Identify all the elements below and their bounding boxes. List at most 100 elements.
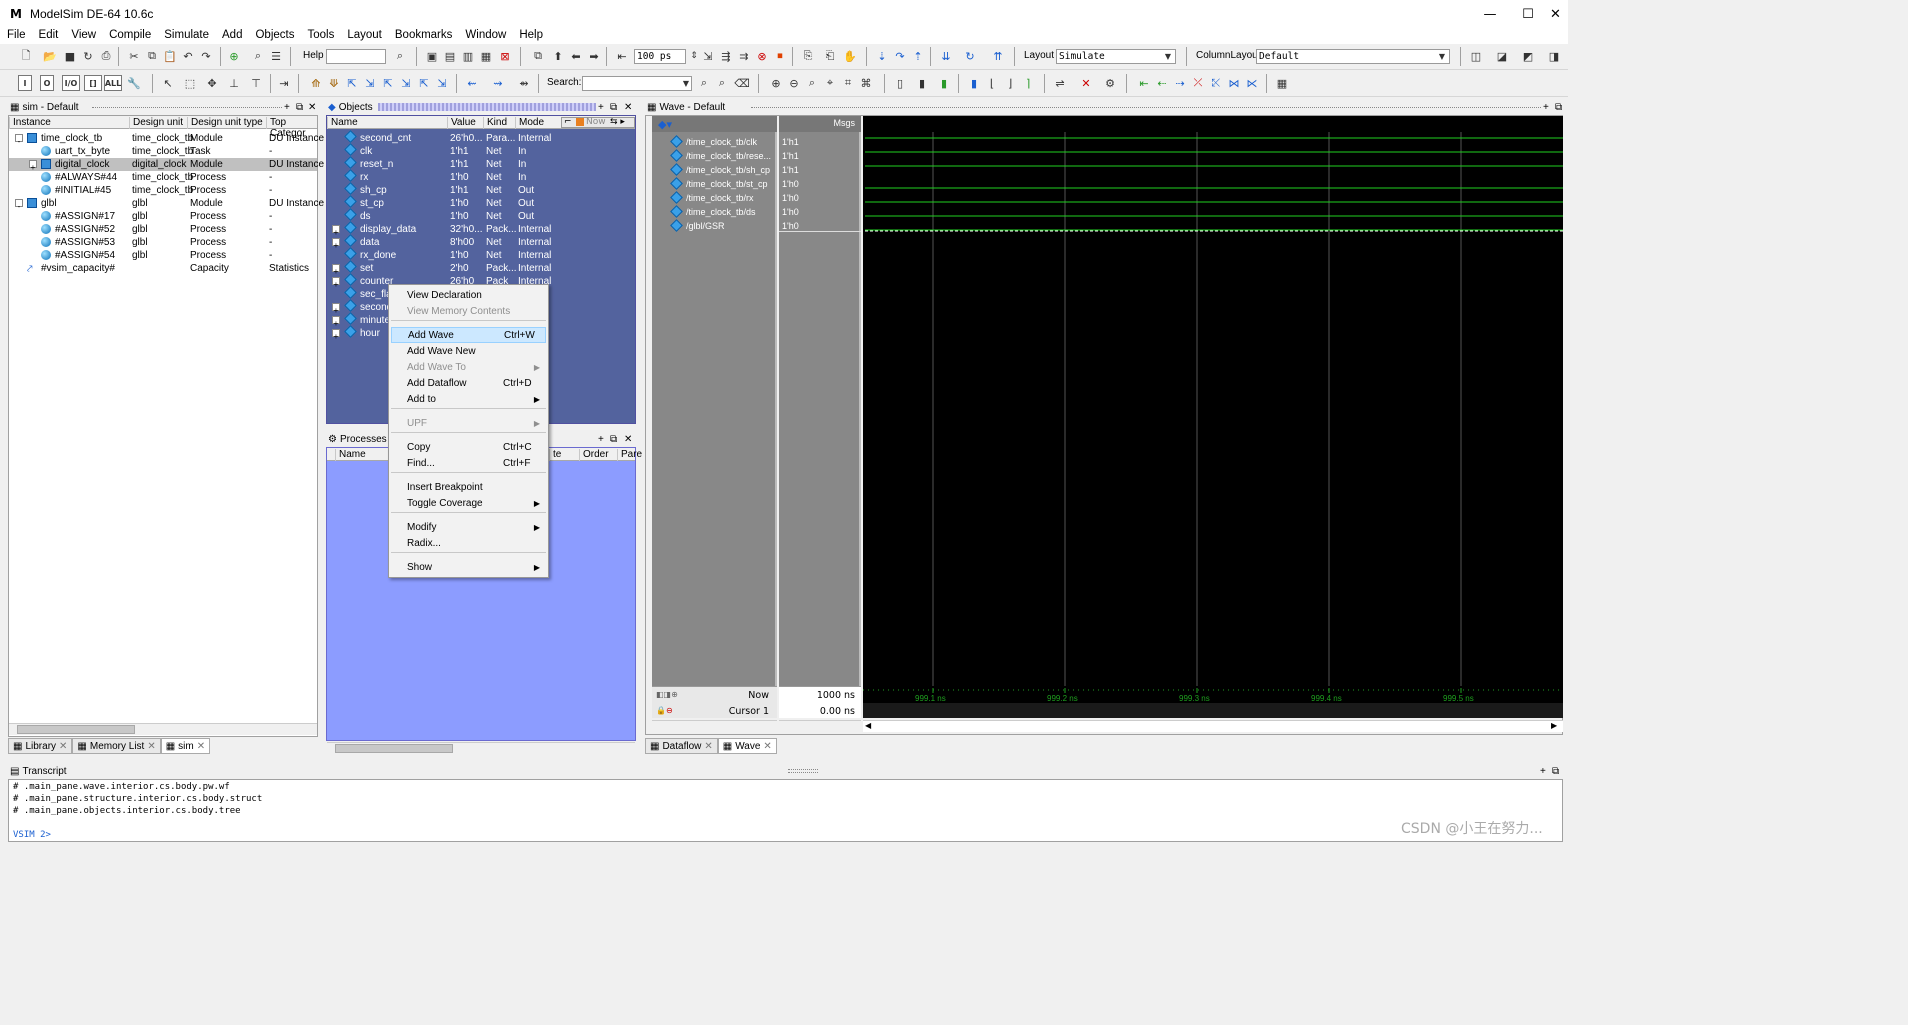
transcript-panel[interactable]: # .main_pane.wave.interior.cs.body.pw.wf…: [8, 779, 1563, 842]
processes-pin-icon[interactable]: +: [598, 434, 604, 445]
now-arrows-icon[interactable]: ⇆ ▸: [610, 117, 625, 127]
open-folder-icon[interactable]: 📂: [42, 48, 58, 64]
objects-pin-icon[interactable]: +: [598, 102, 604, 113]
wave-signal-row[interactable]: /glbl/GSR: [652, 219, 777, 233]
up-arrow-icon[interactable]: ⬆: [550, 48, 566, 64]
object-row[interactable]: clk 1'h1 Net In: [327, 143, 635, 158]
sim-col-0[interactable]: Instance: [9, 117, 51, 129]
menu-item-insert-breakpoint[interactable]: Insert Breakpoint: [391, 480, 546, 496]
wave-edge-icon-2[interactable]: ⌊: [984, 75, 1000, 91]
search-icon[interactable]: ⌕: [696, 75, 712, 91]
transcript-undock-icon[interactable]: ⧉: [1552, 766, 1559, 777]
menu-view[interactable]: View: [64, 28, 102, 44]
hand-icon[interactable]: ✋: [842, 48, 858, 64]
tab-wave[interactable]: ▦ Wave ✕: [717, 738, 777, 754]
wave-view-icon-1[interactable]: ▯: [892, 75, 908, 91]
copy-icon[interactable]: ⧉: [144, 48, 160, 64]
processes-hscrollbar[interactable]: [327, 742, 635, 754]
panel-icon-3[interactable]: ◩: [1520, 48, 1536, 64]
tree-expander-icon[interactable]: +: [29, 160, 37, 172]
menu-item-find[interactable]: Find... Ctrl+F: [391, 456, 546, 472]
panel-pin-icon[interactable]: +: [284, 102, 290, 113]
tree-expander-icon[interactable]: -: [15, 199, 23, 211]
expand-icon[interactable]: ⟰: [308, 75, 324, 91]
edge-nav-icon-1[interactable]: ⇤: [1136, 75, 1152, 91]
wave-signal-row[interactable]: /time_clock_tb/rx: [652, 191, 777, 205]
sim-col-2[interactable]: Design unit type: [187, 117, 263, 129]
tree-expander-icon[interactable]: +: [332, 277, 340, 289]
scroll-right-icon[interactable]: ▶: [1551, 721, 1561, 732]
sim-tree-row[interactable]: + digital_clock digital_clock Module DU Inst…: [9, 158, 324, 172]
step-icon[interactable]: ⧉: [530, 48, 546, 64]
end-sim-icon[interactable]: ⊠: [497, 48, 513, 64]
tree-expander-icon[interactable]: +: [332, 316, 340, 328]
tab-library[interactable]: ▦ Library ✕: [8, 738, 73, 754]
sim-tree-row[interactable]: #ASSIGN#53 glbl Process -: [9, 236, 317, 249]
wave-view-icon-2[interactable]: ▮: [914, 75, 930, 91]
filter-button-3[interactable]: []: [84, 75, 102, 91]
zoom-icon-1[interactable]: ⇱: [344, 75, 360, 91]
object-row[interactable]: second_cnt 26'h0... Para... Internal: [327, 130, 635, 145]
compile-all-icon[interactable]: ▤: [442, 48, 458, 64]
help-search-icon[interactable]: ⌕: [392, 48, 408, 64]
object-row[interactable]: rx_done 1'h0 Net Internal: [327, 247, 635, 262]
step-back-icon[interactable]: ⇊: [938, 48, 954, 64]
search-dropdown-icon[interactable]: ▼: [678, 75, 694, 91]
undo-icon[interactable]: ↶: [180, 48, 196, 64]
filter-icon[interactable]: ⌐: [564, 117, 572, 127]
redo-icon[interactable]: ↷: [198, 48, 214, 64]
column-layout-dropdown-icon[interactable]: ▼: [1434, 48, 1450, 64]
column-layout-select[interactable]: Default: [1256, 49, 1450, 64]
search-clear-icon[interactable]: ⌫: [734, 75, 750, 91]
object-row[interactable]: ds 1'h0 Net Out: [327, 208, 635, 223]
save-icon[interactable]: ■: [62, 48, 78, 64]
time-axis[interactable]: 999.1 ns 999.2 ns 999.3 ns 999.4 ns 999.5 ns: [863, 686, 1563, 718]
sim-col-3[interactable]: Top Categor: [266, 117, 317, 139]
wave-signal-row[interactable]: /time_clock_tb/st_cp: [652, 177, 777, 191]
zoom-out-icon[interactable]: ⊖: [786, 75, 802, 91]
sim-tree-row[interactable]: #ASSIGN#17 glbl Process -: [9, 210, 317, 223]
compile-icon[interactable]: ▣: [424, 48, 440, 64]
wave-tool-icon[interactable]: ◆▾: [658, 118, 672, 131]
tab-dataflow[interactable]: ▦ Dataflow ✕: [645, 738, 718, 754]
waveform-canvas[interactable]: [863, 116, 1563, 686]
menu-help[interactable]: Help: [512, 28, 549, 44]
objects-col-3[interactable]: Mode: [515, 117, 544, 129]
search-all-icon[interactable]: ⌕: [714, 75, 730, 91]
pointer-icon[interactable]: ↖: [160, 75, 176, 91]
format-icon[interactable]: ☰: [268, 48, 284, 64]
object-row[interactable]: + set 2'h0 Pack... Internal: [327, 260, 635, 276]
tree-expander-icon[interactable]: +: [332, 238, 340, 250]
tab-sim[interactable]: ▦ sim ✕: [160, 738, 211, 754]
tree-expander-icon[interactable]: +: [332, 264, 340, 276]
wave-tool-icon-1[interactable]: ⇌: [1052, 75, 1068, 91]
zoom-icon-4[interactable]: ⇲: [398, 75, 414, 91]
simulate-icon[interactable]: ▥: [460, 48, 476, 64]
wave-tool-icon-2[interactable]: ⚙: [1102, 75, 1118, 91]
wave-edge-icon-3[interactable]: ⌋: [1002, 75, 1018, 91]
objects-col-0[interactable]: Name: [327, 117, 358, 129]
menu-simulate[interactable]: Simulate: [157, 28, 215, 44]
step-over-blue-icon[interactable]: ↷: [892, 48, 908, 64]
objects-close-icon[interactable]: ✕: [624, 102, 632, 113]
menu-edit[interactable]: Edit: [32, 28, 65, 44]
menu-objects[interactable]: Objects: [248, 28, 300, 44]
reverse-icon[interactable]: ↻: [962, 48, 978, 64]
print-icon[interactable]: ⎙: [98, 48, 114, 64]
zoom-cursor-icon[interactable]: ⌖: [822, 75, 838, 91]
sim-tree-row[interactable]: #INITIAL#45 time_clock_tb Process -: [9, 184, 317, 197]
zoom-range-icon[interactable]: ⌘: [858, 75, 874, 91]
menu-item-add-dataflow[interactable]: Add Dataflow Ctrl+D: [391, 376, 546, 392]
edge-nav-icon-4[interactable]: ⤫: [1190, 75, 1206, 91]
wave-view-icon-3[interactable]: ▮: [936, 75, 952, 91]
cursor-add-icon[interactable]: ⊤: [248, 75, 264, 91]
sim-tree-row[interactable]: - glbl glbl Module DU Instance: [9, 197, 324, 211]
sim-tree-row[interactable]: #ALWAYS#44 time_clock_tb Process -: [9, 171, 317, 184]
processes-col-1[interactable]: te: [549, 449, 561, 461]
wave-signal-row[interactable]: /time_clock_tb/rese...: [652, 149, 777, 163]
filter-button-2[interactable]: I/O: [62, 75, 80, 91]
pan-icon[interactable]: ✥: [204, 75, 220, 91]
transcript-pin-icon[interactable]: +: [1540, 766, 1546, 777]
menu-bookmarks[interactable]: Bookmarks: [388, 28, 459, 44]
cursor-icon[interactable]: ⊥: [226, 75, 242, 91]
